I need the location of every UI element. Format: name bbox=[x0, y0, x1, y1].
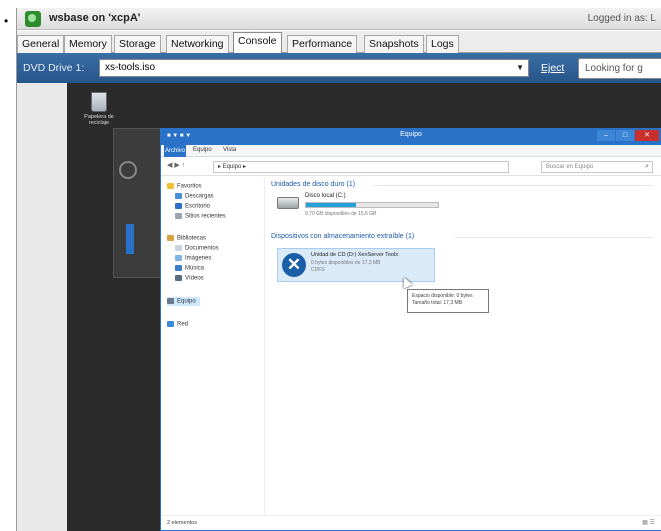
eject-link[interactable]: Eject bbox=[541, 62, 564, 74]
downloads-icon bbox=[175, 193, 182, 199]
vm-desktop[interactable]: Papelera de reciclaje ■ ▼ ■ ▼ Equipo – □… bbox=[67, 83, 661, 531]
tab-logs[interactable]: Logs bbox=[426, 35, 459, 53]
local-disk-name: Disco local (C:) bbox=[305, 193, 346, 199]
view-toggle-icons[interactable]: ▦ ☰ bbox=[642, 519, 655, 526]
nav-item-imagenes[interactable]: Imágenes bbox=[175, 255, 211, 262]
recycle-bin-icon[interactable]: Papelera de reciclaje bbox=[84, 92, 114, 126]
nav-item-equipo[interactable]: Equipo bbox=[167, 297, 200, 306]
nav-item-musica[interactable]: Música bbox=[175, 265, 204, 272]
tab-bar: General Memory Storage Networking Consol… bbox=[17, 31, 661, 53]
minimize-button[interactable]: – bbox=[597, 130, 615, 141]
file-explorer-window[interactable]: ■ ▼ ■ ▼ Equipo – □ ✕ Archivo Equipo Vist… bbox=[160, 128, 661, 531]
list-bullet: • bbox=[4, 14, 9, 28]
group-divider bbox=[455, 237, 653, 238]
nav-item-red[interactable]: Red bbox=[167, 321, 188, 328]
hard-drive-icon bbox=[277, 197, 299, 209]
pictures-icon bbox=[175, 255, 182, 261]
tab-networking[interactable]: Networking bbox=[166, 35, 229, 53]
dvd-drive-name: Unidad de CD (D:) XenServer Tools bbox=[311, 252, 399, 258]
libraries-icon bbox=[167, 235, 174, 241]
dvd-drive-select[interactable]: xs-tools.iso ▼ bbox=[99, 59, 529, 77]
dvd-drive-filesystem: CDFS bbox=[311, 267, 325, 273]
address-bar[interactable]: ▸ Equipo ▸ bbox=[213, 161, 509, 173]
navigation-pane: Favoritos Descargas Escritorio Sitios re… bbox=[161, 177, 265, 517]
documents-icon bbox=[175, 245, 182, 251]
item-count: 2 elementos bbox=[167, 520, 197, 526]
address-row: ◀ ▶ ↑ ▸ Equipo ▸ Buscar en Equipo ⌕ bbox=[161, 158, 661, 176]
explorer-titlebar: ■ ▼ ■ ▼ Equipo – □ ✕ bbox=[161, 129, 661, 145]
videos-icon bbox=[175, 275, 182, 281]
ribbon-tabs: Archivo Equipo Vista bbox=[161, 145, 661, 157]
tab-memory[interactable]: Memory bbox=[64, 35, 112, 53]
status-bar: 2 elementos ▦ ☰ bbox=[161, 515, 661, 530]
vm-console[interactable]: Papelera de reciclaje ■ ▼ ■ ▼ Equipo – □… bbox=[17, 83, 661, 531]
group-header-hard-drives[interactable]: Unidades de disco duro (1) bbox=[271, 181, 355, 188]
window-titlebar: wsbase on 'xcpA' Logged in as: L bbox=[17, 8, 661, 30]
tab-console[interactable]: Console bbox=[233, 32, 282, 53]
ribbon-tab-archivo[interactable]: Archivo bbox=[164, 145, 186, 157]
search-placeholder: Buscar en Equipo bbox=[546, 164, 594, 170]
nav-item-descargas[interactable]: Descargas bbox=[175, 193, 214, 200]
vm-icon bbox=[25, 11, 41, 27]
ribbon-tab-vista[interactable]: Vista bbox=[223, 147, 236, 153]
nav-item-sitios-recientes[interactable]: Sitios recientes bbox=[175, 213, 226, 220]
group-divider bbox=[373, 185, 653, 186]
tab-storage[interactable]: Storage bbox=[114, 35, 161, 53]
desktop-icon bbox=[175, 203, 182, 209]
ribbon-tab-equipo[interactable]: Equipo bbox=[193, 147, 212, 153]
nav-item-favorites[interactable]: Favoritos bbox=[167, 183, 202, 190]
nav-item-videos[interactable]: Vídeos bbox=[175, 275, 204, 282]
disk-usage-fill bbox=[306, 203, 357, 207]
network-icon bbox=[167, 321, 174, 327]
nav-item-escritorio[interactable]: Escritorio bbox=[175, 203, 210, 210]
window-title: wsbase on 'xcpA' bbox=[49, 12, 141, 24]
tooltip-free-space: Espacio disponible: 0 bytes bbox=[412, 293, 473, 299]
dvd-drive-label: DVD Drive 1: bbox=[23, 62, 85, 74]
dvd-drive-value: xs-tools.iso bbox=[105, 62, 156, 73]
circle-icon bbox=[119, 161, 137, 179]
tooltip-total-size: Tamaño total: 17,3 MB bbox=[412, 300, 463, 306]
trash-icon bbox=[91, 92, 107, 112]
music-icon bbox=[175, 265, 182, 271]
dvd-drive-free: 0 bytes disponibles de 17,3 MB bbox=[311, 260, 381, 266]
nav-item-bibliotecas[interactable]: Bibliotecas bbox=[167, 235, 206, 242]
search-icon: ⌕ bbox=[645, 163, 649, 170]
accent-strip bbox=[126, 224, 134, 254]
disk-usage-bar bbox=[305, 202, 439, 208]
close-button[interactable]: ✕ bbox=[635, 130, 659, 141]
recent-places-icon bbox=[175, 213, 182, 219]
explorer-title: Equipo bbox=[400, 131, 422, 138]
tab-general[interactable]: General bbox=[17, 35, 65, 53]
local-disk-free: 9,70 GB disponibles de 15,6 GB bbox=[305, 211, 377, 217]
tab-snapshots[interactable]: Snapshots bbox=[364, 35, 424, 53]
local-disk-item[interactable]: Disco local (C:) 9,70 GB disponibles de … bbox=[277, 193, 447, 219]
computer-icon bbox=[167, 298, 174, 304]
console-toolbar: DVD Drive 1: xs-tools.iso ▼ Eject Lookin… bbox=[17, 53, 661, 83]
maximize-button[interactable]: □ bbox=[616, 130, 634, 141]
xencenter-window: wsbase on 'xcpA' Logged in as: L General… bbox=[16, 8, 661, 531]
tab-performance[interactable]: Performance bbox=[287, 35, 358, 53]
dropdown-arrow-icon: ▼ bbox=[516, 63, 524, 72]
navigation-arrows-icon[interactable]: ◀ ▶ ↑ bbox=[167, 161, 185, 169]
star-icon bbox=[167, 183, 174, 189]
group-header-removable[interactable]: Dispositivos con almacenamiento extraíbl… bbox=[271, 233, 414, 240]
space-tooltip: Espacio disponible: 0 bytes Tamaño total… bbox=[407, 289, 489, 313]
search-input[interactable]: Buscar en Equipo ⌕ bbox=[541, 161, 653, 173]
xenserver-tools-icon: ✕ bbox=[282, 253, 306, 277]
logged-in-label: Logged in as: L bbox=[587, 13, 656, 24]
recycle-bin-label: Papelera de reciclaje bbox=[84, 114, 114, 126]
dvd-drive-item[interactable]: ✕ Unidad de CD (D:) XenServer Tools 0 by… bbox=[277, 248, 435, 282]
content-pane: Unidades de disco duro (1) Disco local (… bbox=[269, 177, 659, 517]
looking-for-button[interactable]: Looking for g bbox=[578, 58, 661, 79]
nav-item-documentos[interactable]: Documentos bbox=[175, 245, 219, 252]
